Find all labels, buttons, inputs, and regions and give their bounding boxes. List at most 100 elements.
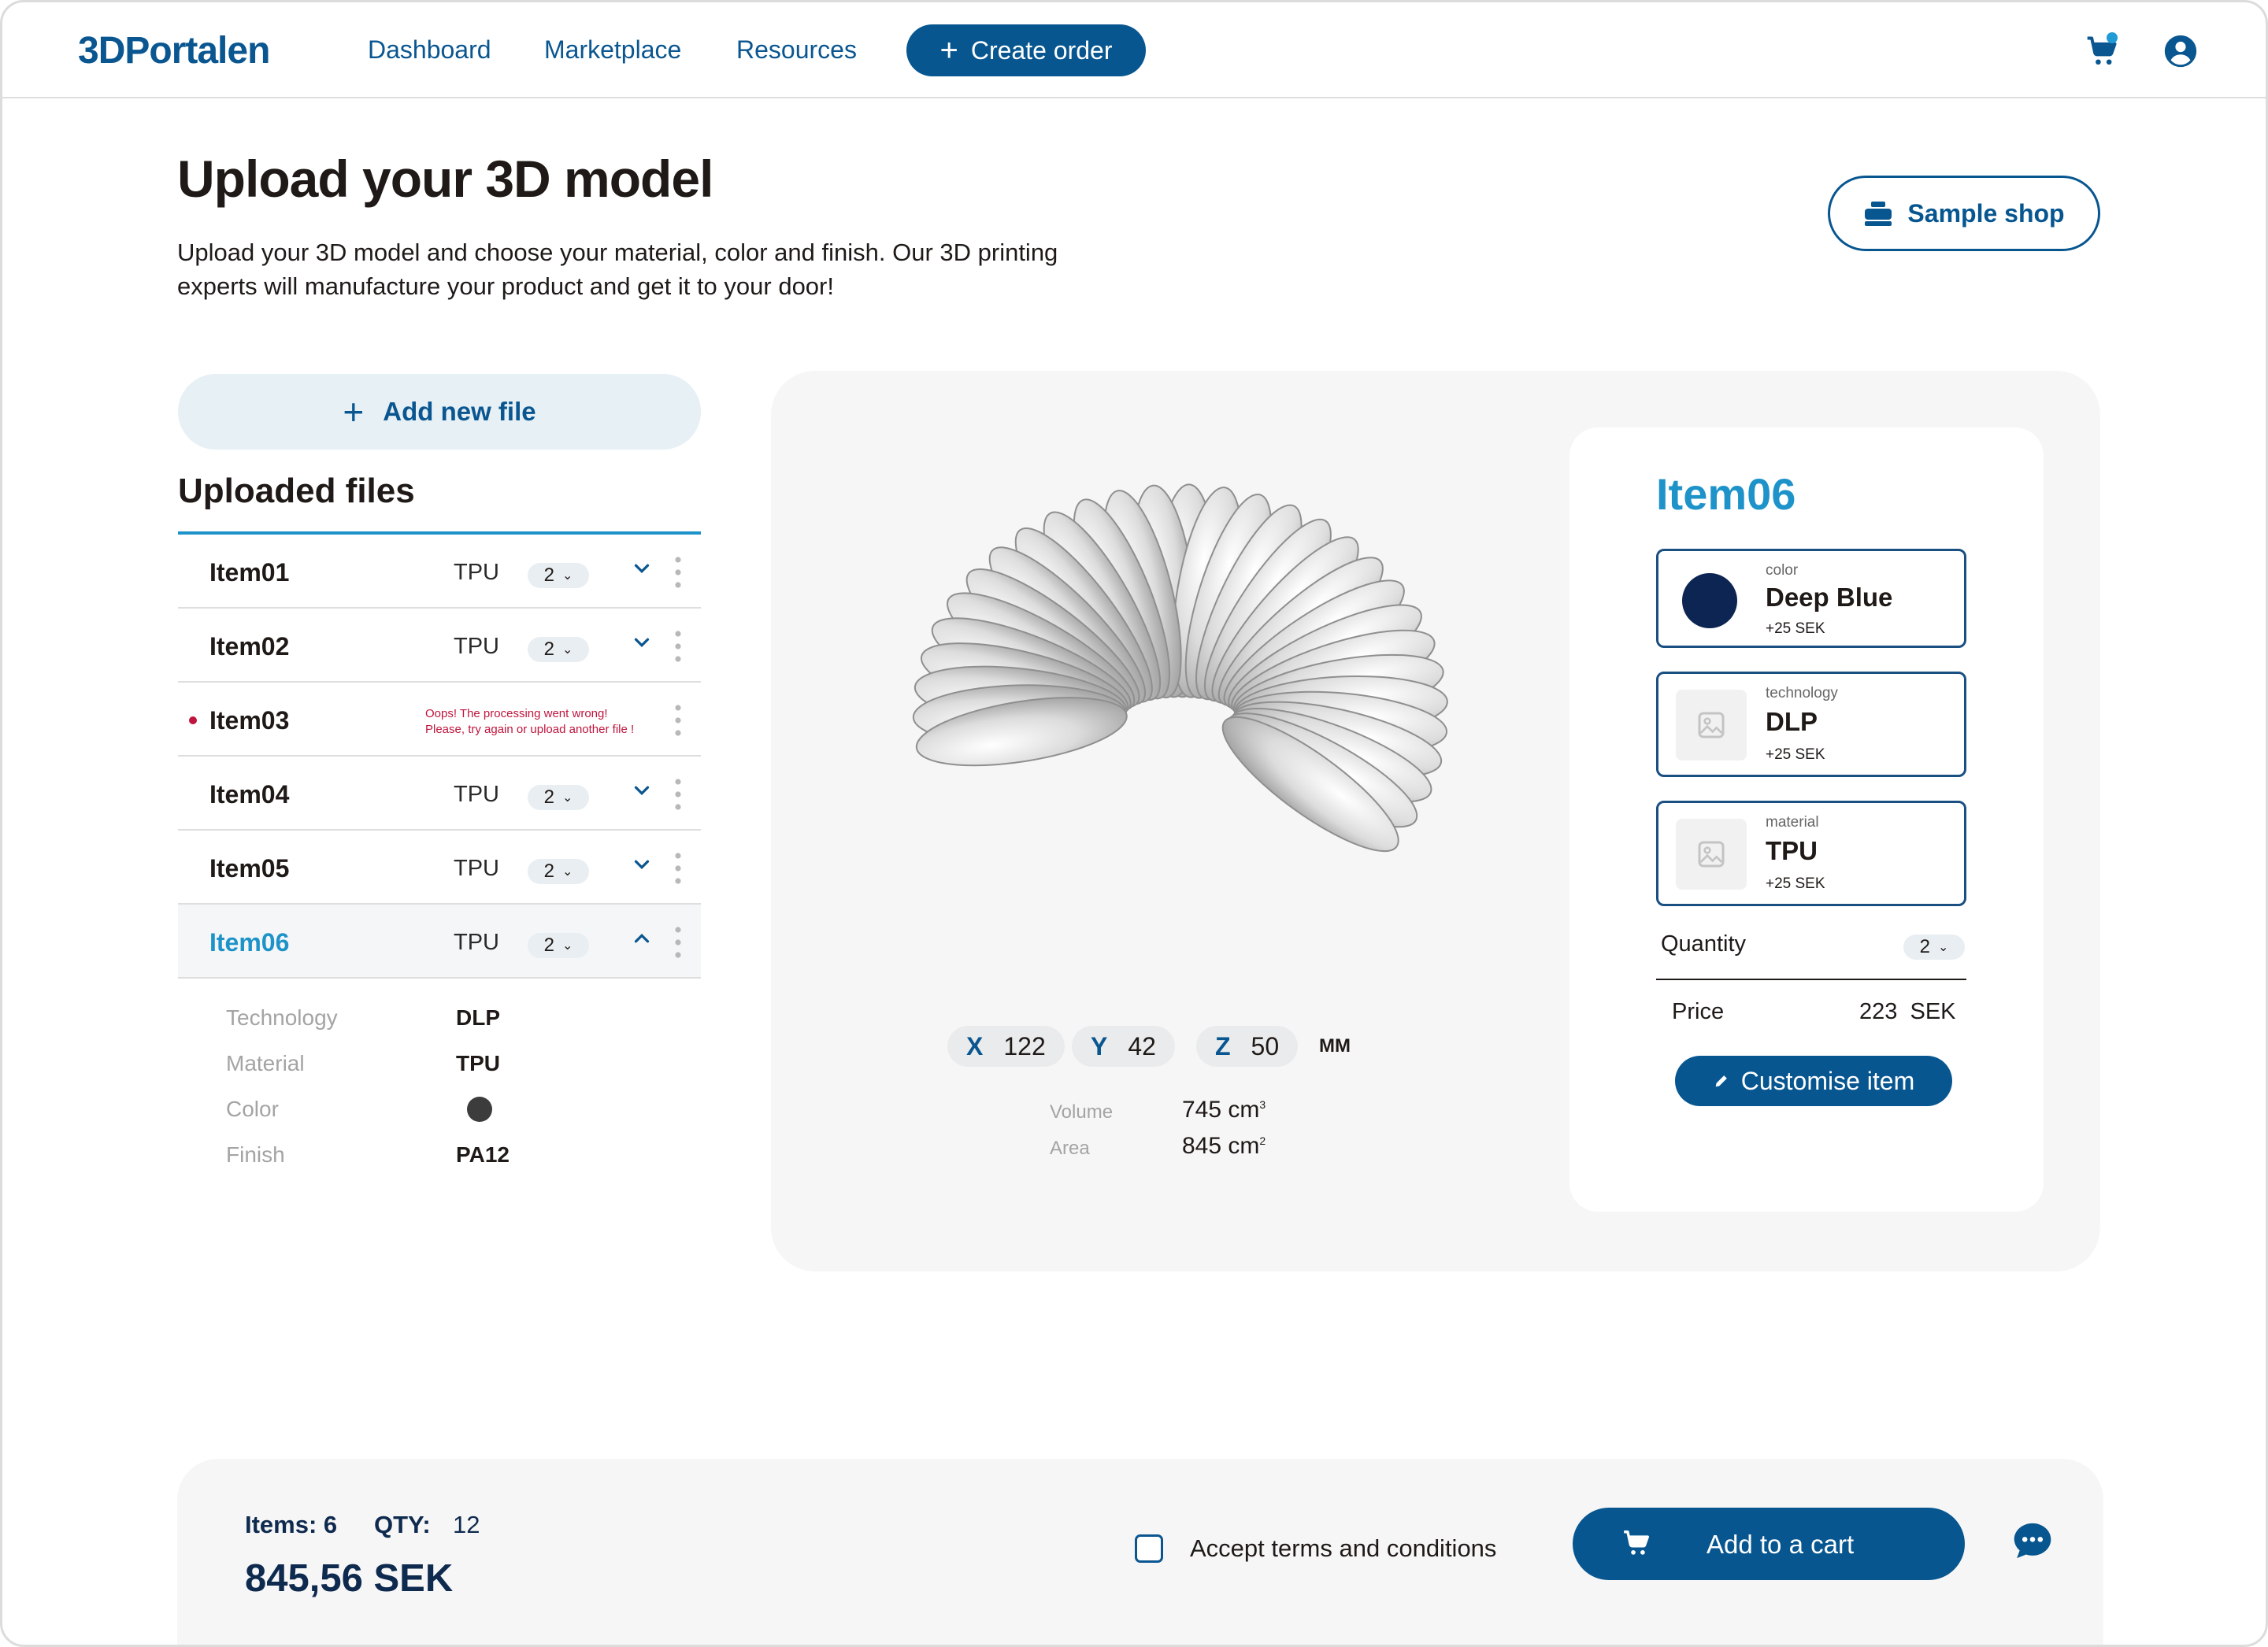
- more-vertical-icon[interactable]: [674, 925, 682, 960]
- quantity-select[interactable]: 2 ⌄: [528, 859, 589, 884]
- detail-value: DLP: [456, 1005, 500, 1030]
- create-order-button[interactable]: + Create order: [906, 24, 1146, 76]
- file-row-selected[interactable]: Item06 TPU 2 ⌄: [178, 905, 701, 979]
- customise-item-button[interactable]: Customise item: [1675, 1056, 1952, 1106]
- volume-label: Volume: [1050, 1101, 1114, 1123]
- app-window: 3DPortalen Dashboard Marketplace Resourc…: [0, 0, 2268, 1647]
- cart-notification-dot: [2107, 32, 2118, 43]
- file-row[interactable]: Item01 TPU 2 ⌄: [178, 535, 701, 609]
- uploaded-files-heading: Uploaded files: [178, 472, 415, 510]
- color-option[interactable]: color Deep Blue +25 SEK: [1656, 549, 1966, 648]
- file-name: Item04: [209, 780, 290, 809]
- area-number: 845 cm: [1182, 1133, 1260, 1159]
- error-line: Oops! The processing went wrong!: [425, 707, 608, 720]
- file-name: Item05: [209, 854, 290, 883]
- price-value: 223 SEK: [1859, 999, 1956, 1024]
- axis-value: 42: [1128, 1031, 1156, 1060]
- logo[interactable]: 3DPortalen: [78, 29, 270, 72]
- material-option[interactable]: material TPU +25 SEK: [1656, 801, 1966, 906]
- axis-label: Z: [1215, 1031, 1231, 1060]
- chevron-down-icon: ⌄: [561, 643, 573, 657]
- more-vertical-icon[interactable]: [674, 777, 682, 812]
- chevron-down-icon[interactable]: [630, 557, 654, 580]
- nav-resources[interactable]: Resources: [736, 35, 857, 65]
- error-message: Oops! The processing went wrong! Please,…: [425, 706, 662, 738]
- pencil-icon: [1715, 1075, 1727, 1087]
- add-to-cart-label: Add to a cart: [1707, 1530, 1855, 1559]
- card-divider: [1656, 979, 1966, 980]
- terms-checkbox[interactable]: [1135, 1534, 1163, 1563]
- option-value: DLP: [1766, 707, 1818, 736]
- printer-icon: [1865, 202, 1892, 226]
- card-quantity-select[interactable]: 2 ⌄: [1903, 935, 1965, 960]
- file-row-error[interactable]: Item03 Oops! The processing went wrong! …: [178, 683, 701, 757]
- quantity-value: 2: [543, 564, 554, 586]
- detail-label: Technology: [226, 1005, 338, 1030]
- chat-bubble-icon[interactable]: [2010, 1519, 2055, 1563]
- area-exponent: 2: [1259, 1134, 1266, 1147]
- sample-shop-button[interactable]: Sample shop: [1828, 176, 2100, 251]
- user-circle-icon[interactable]: [2163, 34, 2198, 68]
- color-swatch: [1682, 573, 1737, 628]
- chevron-down-icon: ⌄: [561, 865, 573, 879]
- option-price: +25 SEK: [1766, 875, 1825, 892]
- detail-label: Material: [226, 1051, 305, 1075]
- cart-icon: [1624, 1530, 1649, 1555]
- chevron-down-icon[interactable]: [630, 631, 654, 654]
- dimension-x: X 122: [947, 1026, 1065, 1067]
- file-name: Item02: [209, 632, 290, 661]
- more-vertical-icon[interactable]: [674, 851, 682, 886]
- image-placeholder-icon: [1676, 690, 1747, 761]
- file-material: TPU: [454, 782, 499, 807]
- nav-marketplace[interactable]: Marketplace: [544, 35, 681, 65]
- page-title: Upload your 3D model: [177, 150, 713, 208]
- chevron-down-icon[interactable]: [630, 779, 654, 802]
- error-dot: [189, 716, 197, 724]
- detail-label: Color: [226, 1097, 279, 1121]
- chevron-down-icon: ⌄: [561, 791, 573, 805]
- quantity-label: Quantity: [1661, 931, 1746, 957]
- more-vertical-icon[interactable]: [674, 629, 682, 664]
- add-to-cart-button[interactable]: Add to a cart: [1573, 1508, 1965, 1580]
- option-label: material: [1766, 814, 1819, 831]
- quantity-select[interactable]: 2 ⌄: [528, 785, 589, 810]
- chevron-up-icon[interactable]: [630, 927, 654, 950]
- file-material: TPU: [454, 856, 499, 881]
- volume-value: 745 cm3: [1182, 1097, 1266, 1123]
- add-new-file-label: Add new file: [383, 397, 536, 426]
- more-vertical-icon[interactable]: [674, 555, 682, 590]
- file-row[interactable]: Item04 TPU 2 ⌄: [178, 757, 701, 831]
- add-new-file-button[interactable]: + Add new file: [178, 374, 701, 450]
- chevron-down-icon[interactable]: [630, 853, 654, 876]
- volume-number: 745 cm: [1182, 1097, 1260, 1123]
- dimension-y: Y 42: [1072, 1026, 1175, 1067]
- chevron-down-icon: ⌄: [561, 569, 573, 583]
- technology-option[interactable]: technology DLP +25 SEK: [1656, 672, 1966, 777]
- nav-dashboard[interactable]: Dashboard: [368, 35, 491, 65]
- option-value: TPU: [1766, 836, 1818, 865]
- file-row[interactable]: Item02 TPU 2 ⌄: [178, 609, 701, 683]
- option-price: +25 SEK: [1766, 620, 1825, 637]
- option-value: Deep Blue: [1766, 583, 1893, 612]
- quantity-select[interactable]: 2 ⌄: [528, 563, 589, 588]
- axis-label: Y: [1091, 1031, 1108, 1060]
- dimension-unit: MM: [1319, 1035, 1351, 1057]
- quantity-select[interactable]: 2 ⌄: [528, 933, 589, 958]
- model-preview[interactable]: [873, 453, 1488, 972]
- plus-icon: +: [939, 33, 958, 68]
- file-row[interactable]: Item05 TPU 2 ⌄: [178, 831, 701, 905]
- volume-exponent: 3: [1259, 1098, 1266, 1111]
- detail-value: TPU: [456, 1051, 500, 1075]
- file-name: Item01: [209, 558, 290, 587]
- quantity-value: 2: [1919, 936, 1930, 957]
- top-navigation: 3DPortalen Dashboard Marketplace Resourc…: [2, 2, 2266, 98]
- dimension-z: Z 50: [1196, 1026, 1299, 1067]
- item-title: Item06: [1656, 469, 1796, 519]
- terms-label[interactable]: Accept terms and conditions: [1190, 1534, 1496, 1563]
- customise-item-label: Customise item: [1740, 1066, 1915, 1095]
- chevron-down-icon: ⌄: [1937, 941, 1949, 954]
- detail-label: Finish: [226, 1142, 285, 1167]
- quantity-select[interactable]: 2 ⌄: [528, 637, 589, 662]
- quantity-value: 2: [543, 786, 554, 808]
- more-vertical-icon[interactable]: [674, 703, 682, 738]
